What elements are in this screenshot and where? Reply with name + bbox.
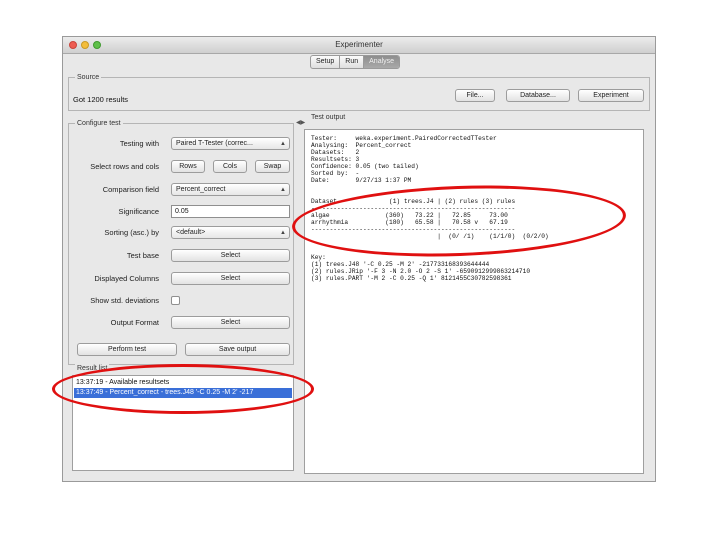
source-status: Got 1200 results	[73, 95, 129, 104]
tab-run[interactable]: Run	[340, 56, 365, 68]
file-button[interactable]: File...	[455, 89, 495, 102]
cols-button[interactable]: Cols	[213, 160, 247, 173]
test-base-label: Test base	[126, 251, 159, 260]
sorting-label: Sorting (asc.) by	[104, 228, 159, 237]
experimenter-window: Experimenter Setup Run Analyse Source Go…	[62, 36, 656, 482]
configure-legend: Configure test	[75, 119, 123, 128]
comparison-field-label: Comparison field	[102, 185, 159, 194]
save-output-button[interactable]: Save output	[185, 343, 290, 356]
output-line: Resultsets: 3	[311, 156, 360, 163]
show-std-label: Show std. deviations	[90, 296, 159, 305]
tab-analyse[interactable]: Analyse	[364, 56, 400, 68]
title-bar: Experimenter	[63, 37, 655, 54]
output-format-select-button[interactable]: Select	[171, 316, 290, 329]
window-title: Experimenter	[335, 40, 383, 49]
swap-button[interactable]: Swap	[255, 160, 290, 173]
significance-label: Significance	[118, 207, 159, 216]
output-line: Sorted by: -	[311, 170, 360, 177]
output-line: Tester: weka.experiment.PairedCorrectedT…	[311, 135, 497, 142]
output-key-line: (3) rules.PART '-M 2 -C 0.25 -Q 1' 81214…	[311, 275, 512, 282]
select-rows-cols-label: Select rows and cols	[90, 162, 159, 171]
chevron-updown-icon: ▲︎	[280, 230, 286, 236]
database-button[interactable]: Database...	[506, 89, 570, 102]
testing-with-select[interactable]: Paired T-Tester (correc... ▲︎	[171, 137, 290, 150]
tab-setup[interactable]: Setup	[311, 56, 341, 68]
sorting-value: <default>	[176, 229, 206, 236]
experiment-button[interactable]: Experiment	[578, 89, 644, 102]
test-base-select-button[interactable]: Select	[171, 249, 290, 262]
comparison-field-select[interactable]: Percent_correct ▲︎	[171, 183, 290, 196]
output-key-line: (1) trees.J48 '-C 0.25 -M 2' -2177331683…	[311, 261, 490, 268]
output-line: Date: 9/27/13 1:37 PM	[311, 177, 412, 184]
source-legend: Source	[75, 73, 102, 82]
output-line: Datasets: 2	[311, 149, 360, 156]
comparison-field-value: Percent_correct	[176, 186, 226, 193]
collapse-arrows-icon[interactable]: ◀︎▶︎	[296, 119, 305, 126]
test-output-legend: Test output	[309, 113, 348, 122]
chevron-updown-icon: ▲︎	[280, 141, 286, 147]
displayed-columns-select-button[interactable]: Select	[171, 272, 290, 285]
show-std-checkbox[interactable]	[171, 296, 180, 305]
output-key-heading: Key:	[311, 254, 326, 261]
testing-with-label: Testing with	[119, 139, 159, 148]
source-group: Source Got 1200 results File... Database…	[68, 73, 650, 111]
test-output-pane: Tester: weka.experiment.PairedCorrectedT…	[304, 129, 644, 474]
displayed-columns-label: Displayed Columns	[94, 274, 159, 283]
output-format-label: Output Format	[110, 318, 159, 327]
sorting-select[interactable]: <default> ▲︎	[171, 226, 290, 239]
output-line: Analysing: Percent_correct	[311, 142, 412, 149]
chevron-updown-icon: ▲︎	[280, 187, 286, 193]
significance-input[interactable]: 0.05	[171, 205, 290, 218]
output-key-line: (2) rules.JRip '-F 3 -N 2.0 -O 2 -S 1' -…	[311, 268, 531, 275]
configure-test-group: Configure test Testing with Paired T-Tes…	[68, 119, 294, 365]
perform-test-button[interactable]: Perform test	[77, 343, 177, 356]
annotation-ellipse	[52, 364, 314, 414]
testing-with-value: Paired T-Tester (correc...	[176, 140, 253, 147]
tab-bar: Setup Run Analyse	[310, 55, 401, 69]
output-line: Confidence: 0.05 (two tailed)	[311, 163, 419, 170]
rows-button[interactable]: Rows	[171, 160, 205, 173]
